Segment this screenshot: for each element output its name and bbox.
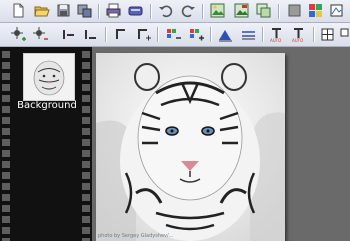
- shrink-left-icon[interactable]: [60, 26, 77, 43]
- color-plus-icon[interactable]: [188, 26, 205, 43]
- film-perforation-left: [2, 47, 10, 241]
- redo-icon[interactable]: [180, 2, 197, 19]
- layers-panel: Background: [0, 47, 92, 241]
- select-subtract-icon[interactable]: [32, 26, 49, 43]
- image-export-icon[interactable]: [233, 2, 250, 19]
- save-as-icon[interactable]: [76, 2, 93, 19]
- scan-icon[interactable]: [127, 2, 144, 19]
- copy-image-icon[interactable]: [255, 2, 272, 19]
- new-file-icon[interactable]: [10, 2, 27, 19]
- line-up-icon[interactable]: [113, 26, 130, 43]
- levels-icon[interactable]: [217, 26, 234, 43]
- layer-thumbnail[interactable]: [23, 53, 75, 101]
- crop-icon[interactable]: [328, 2, 345, 19]
- color-shift-icon[interactable]: [165, 26, 182, 43]
- add-layer-icon[interactable]: [338, 26, 350, 43]
- open-folder-icon[interactable]: [33, 2, 50, 19]
- svg-text:AUTO: AUTO: [270, 38, 281, 43]
- save-icon[interactable]: [55, 2, 72, 19]
- film-perforation-right: [82, 47, 90, 241]
- tools-toolbar: AUTO AUTO: [0, 23, 350, 47]
- image-canvas[interactable]: photo by Sergey Gladyshev/...: [96, 53, 285, 241]
- shrink-right-icon[interactable]: [82, 26, 99, 43]
- threshold-icon[interactable]: [240, 26, 257, 43]
- image-import-icon[interactable]: [209, 2, 226, 19]
- image-credit: photo by Sergey Gladyshev/...: [98, 233, 174, 239]
- undo-icon[interactable]: [157, 2, 174, 19]
- workspace: Background photo by Sergey Gladyshev/...: [0, 47, 350, 241]
- text-auto-icon[interactable]: AUTO: [269, 26, 286, 43]
- text-auto-minus-icon[interactable]: AUTO: [291, 26, 308, 43]
- svg-text:AUTO: AUTO: [292, 38, 303, 43]
- grid-icon[interactable]: [319, 26, 336, 43]
- gray-square-icon[interactable]: [286, 2, 303, 19]
- color-swatch-icon[interactable]: [307, 2, 324, 19]
- print-icon[interactable]: [105, 2, 122, 19]
- layer-name[interactable]: Background: [12, 100, 82, 111]
- line-plus-icon[interactable]: [135, 26, 152, 43]
- main-toolbar: [0, 0, 350, 23]
- tiger-photo: [96, 53, 285, 241]
- select-add-icon[interactable]: [10, 26, 27, 43]
